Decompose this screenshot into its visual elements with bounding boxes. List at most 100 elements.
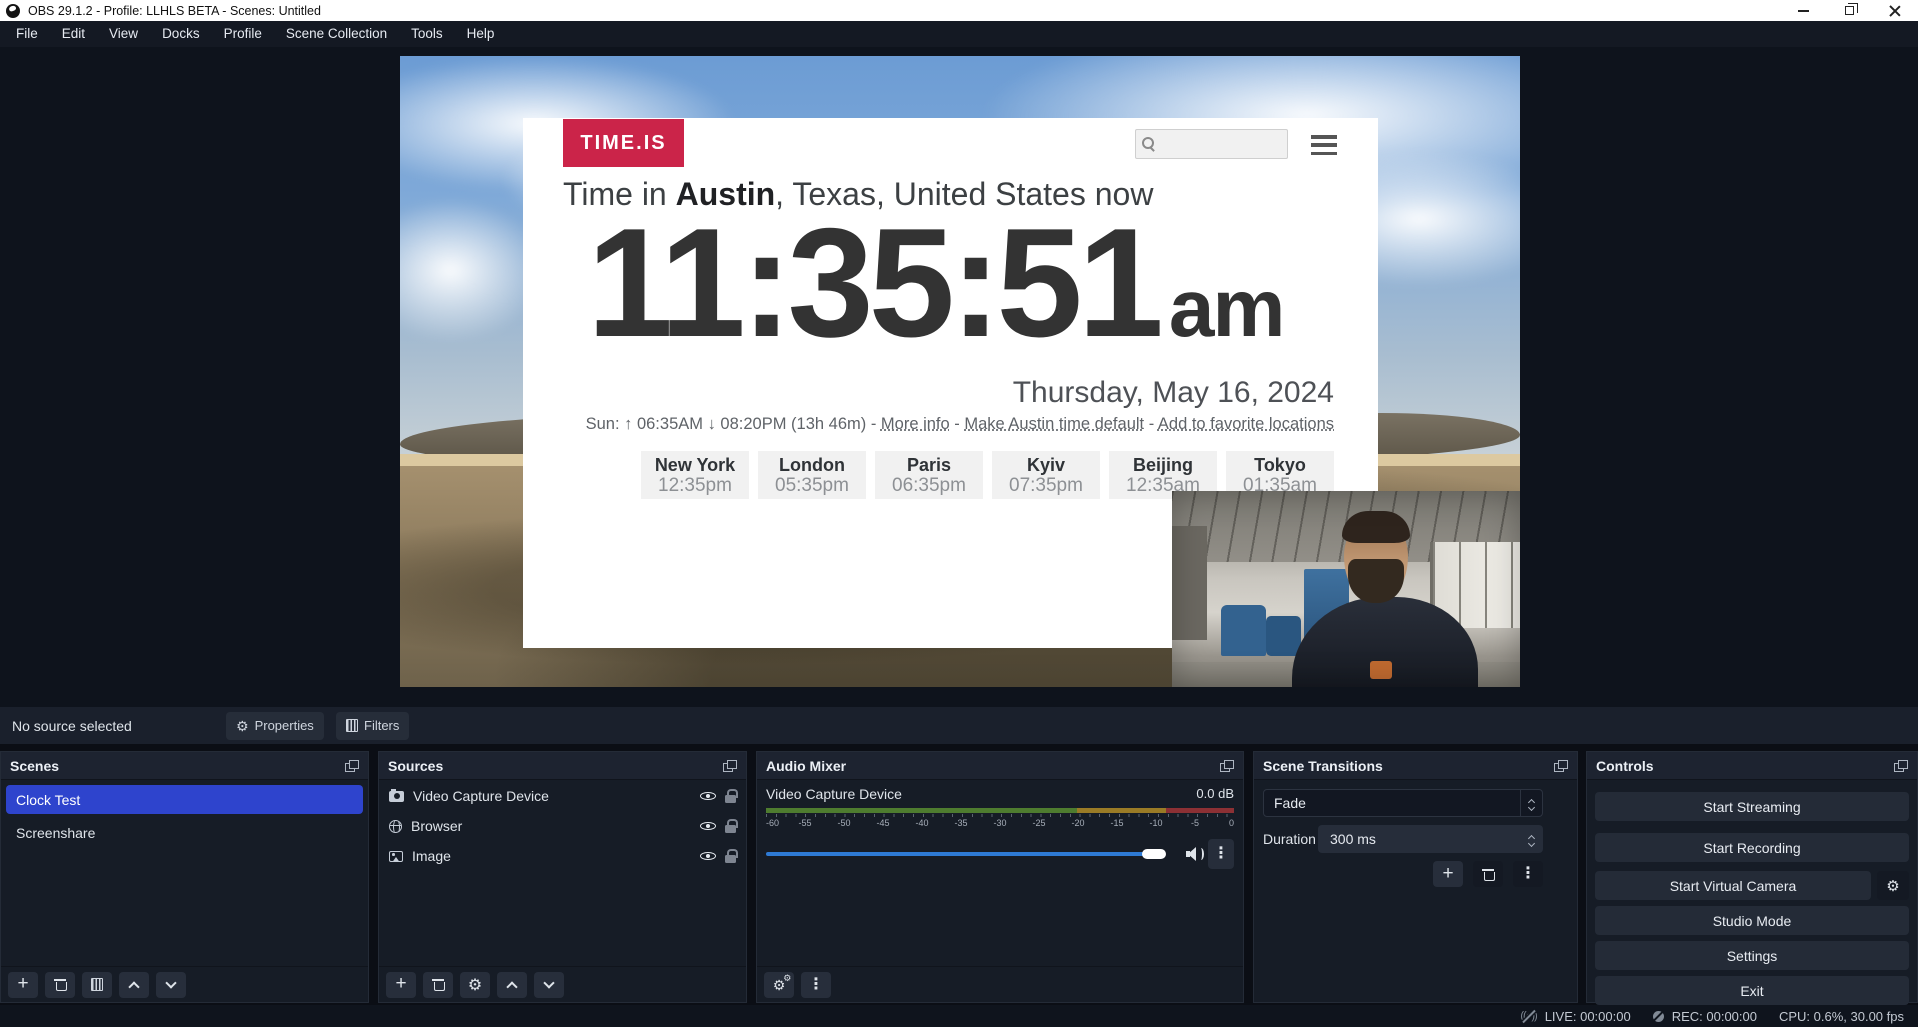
move-source-down-button[interactable] [534, 972, 564, 998]
advanced-audio-button[interactable]: ⚙⚙ [764, 972, 794, 998]
meter-tick-label: -55 [798, 818, 811, 828]
lock-icon[interactable] [725, 819, 736, 833]
exit-button[interactable]: Exit [1595, 976, 1909, 1005]
move-scene-down-button[interactable] [156, 972, 186, 998]
mixer-level-value: 0.0 dB [1196, 786, 1234, 802]
scene-filters-button[interactable] [82, 972, 112, 998]
audio-mixer-header[interactable]: Audio Mixer [757, 752, 1243, 780]
move-source-up-button[interactable] [497, 972, 527, 998]
settings-button[interactable]: Settings [1595, 941, 1909, 970]
restore-button[interactable] [1826, 0, 1872, 21]
make-default-link[interactable]: Make Austin time default [964, 415, 1144, 433]
meter-tick-label: -5 [1191, 818, 1199, 828]
mixer-channel-label: Video Capture Device [766, 786, 902, 802]
transition-select[interactable]: Fade [1263, 789, 1543, 817]
add-source-button[interactable]: + [386, 972, 416, 998]
menu-docks[interactable]: Docks [150, 21, 212, 47]
hamburger-menu-icon[interactable] [1311, 135, 1337, 155]
virtual-camera-settings-button[interactable]: ⚙ [1877, 871, 1909, 900]
spinbox-arrows[interactable] [1519, 832, 1543, 846]
menu-file[interactable]: File [4, 21, 50, 47]
menu-scene-collection[interactable]: Scene Collection [274, 21, 399, 47]
scenes-header[interactable]: Scenes [1, 752, 368, 780]
city-card-kyiv[interactable]: Kyiv 07:35pm [992, 451, 1100, 499]
timeis-logo[interactable]: TIME.IS [563, 119, 684, 167]
gear-icon: ⚙ [236, 719, 249, 733]
audio-mixer-body: Video Capture Device 0.0 dB -60 -55 -50 … [757, 781, 1243, 965]
mixer-options-button[interactable]: ⋮ [1208, 839, 1234, 869]
popout-icon[interactable] [723, 760, 737, 772]
gear-icon: ⚙ [1886, 877, 1899, 895]
cpu-status: CPU: 0.6%, 30.00 fps [1779, 1009, 1904, 1024]
popout-icon[interactable] [1894, 760, 1908, 772]
duration-value: 300 ms [1318, 831, 1519, 847]
city-card-paris[interactable]: Paris 06:35pm [875, 451, 983, 499]
visibility-eye-icon[interactable] [700, 849, 716, 864]
filters-button[interactable]: Filters [336, 712, 409, 740]
menu-profile[interactable]: Profile [212, 21, 274, 47]
start-streaming-button[interactable]: Start Streaming [1595, 792, 1909, 821]
add-transition-button[interactable]: + [1433, 861, 1463, 887]
source-row-video-capture[interactable]: Video Capture Device [379, 781, 746, 811]
mixer-menu-button[interactable]: ⋮ [801, 972, 831, 998]
visibility-eye-icon[interactable] [700, 789, 716, 804]
properties-button[interactable]: ⚙ Properties [226, 712, 324, 740]
city-card-london[interactable]: London 05:35pm [758, 451, 866, 499]
add-scene-button[interactable]: + [8, 972, 38, 998]
preview-canvas[interactable]: TIME.IS Time in Austin, Texas, United St… [400, 56, 1520, 687]
webcam-person-beard [1348, 559, 1404, 603]
scene-item-screenshare[interactable]: Screenshare [6, 818, 363, 847]
city-card-new-york[interactable]: New York 12:35pm [641, 451, 749, 499]
transition-options-button[interactable]: ⋮ [1513, 861, 1543, 887]
source-row-image[interactable]: Image [379, 841, 746, 871]
volume-slider-handle[interactable] [1142, 849, 1166, 859]
popout-icon[interactable] [1220, 760, 1234, 772]
move-scene-up-button[interactable] [119, 972, 149, 998]
visibility-eye-icon[interactable] [700, 819, 716, 834]
lock-icon[interactable] [725, 789, 736, 803]
remove-scene-button[interactable] [45, 972, 75, 998]
search-icon [1142, 137, 1156, 151]
close-button[interactable] [1872, 0, 1918, 21]
source-properties-button[interactable]: ⚙ [460, 972, 490, 998]
minimize-icon [1798, 10, 1809, 12]
webcam-chair [1266, 616, 1301, 655]
source-row-browser[interactable]: Browser [379, 811, 746, 841]
no-source-label: No source selected [12, 718, 132, 734]
menu-tools[interactable]: Tools [399, 21, 455, 47]
menu-edit[interactable]: Edit [50, 21, 97, 47]
search-input[interactable] [1135, 129, 1288, 159]
speaker-icon[interactable] [1186, 846, 1204, 862]
start-virtual-camera-button[interactable]: Start Virtual Camera [1595, 871, 1871, 900]
chevron-up-icon [506, 981, 517, 992]
remove-source-button[interactable] [423, 972, 453, 998]
popout-icon[interactable] [1554, 760, 1568, 772]
meter-tick-label: -50 [837, 818, 850, 828]
scene-item-clock-test[interactable]: Clock Test [6, 785, 363, 814]
meter-tick-label: -45 [876, 818, 889, 828]
controls-header[interactable]: Controls [1587, 752, 1917, 780]
combo-arrows[interactable] [1520, 790, 1542, 816]
add-favorite-link[interactable]: Add to favorite locations [1158, 415, 1334, 433]
scene-transitions-header[interactable]: Scene Transitions [1254, 752, 1577, 780]
remove-transition-button[interactable] [1473, 861, 1503, 887]
volume-slider[interactable] [766, 852, 1162, 856]
studio-mode-button[interactable]: Studio Mode [1595, 906, 1909, 935]
volume-meter [766, 808, 1234, 813]
double-gear-icon: ⚙⚙ [773, 978, 786, 992]
start-recording-button[interactable]: Start Recording [1595, 833, 1909, 862]
sources-toolbar: + ⚙ [379, 966, 746, 1002]
more-info-link[interactable]: More info [881, 415, 950, 433]
close-icon [1889, 5, 1901, 17]
audio-mixer-toolbar: ⚙⚙ ⋮ [757, 966, 1243, 1002]
minimize-button[interactable] [1780, 0, 1826, 21]
rec-status: REC: 00:00:00 [1653, 1009, 1757, 1024]
transition-selected-value: Fade [1264, 795, 1520, 811]
webcam-overlay[interactable] [1172, 491, 1520, 687]
menu-view[interactable]: View [97, 21, 150, 47]
popout-icon[interactable] [345, 760, 359, 772]
lock-icon[interactable] [725, 849, 736, 863]
duration-spinbox[interactable]: 300 ms [1318, 825, 1543, 853]
sources-header[interactable]: Sources [379, 752, 746, 780]
menu-help[interactable]: Help [455, 21, 507, 47]
